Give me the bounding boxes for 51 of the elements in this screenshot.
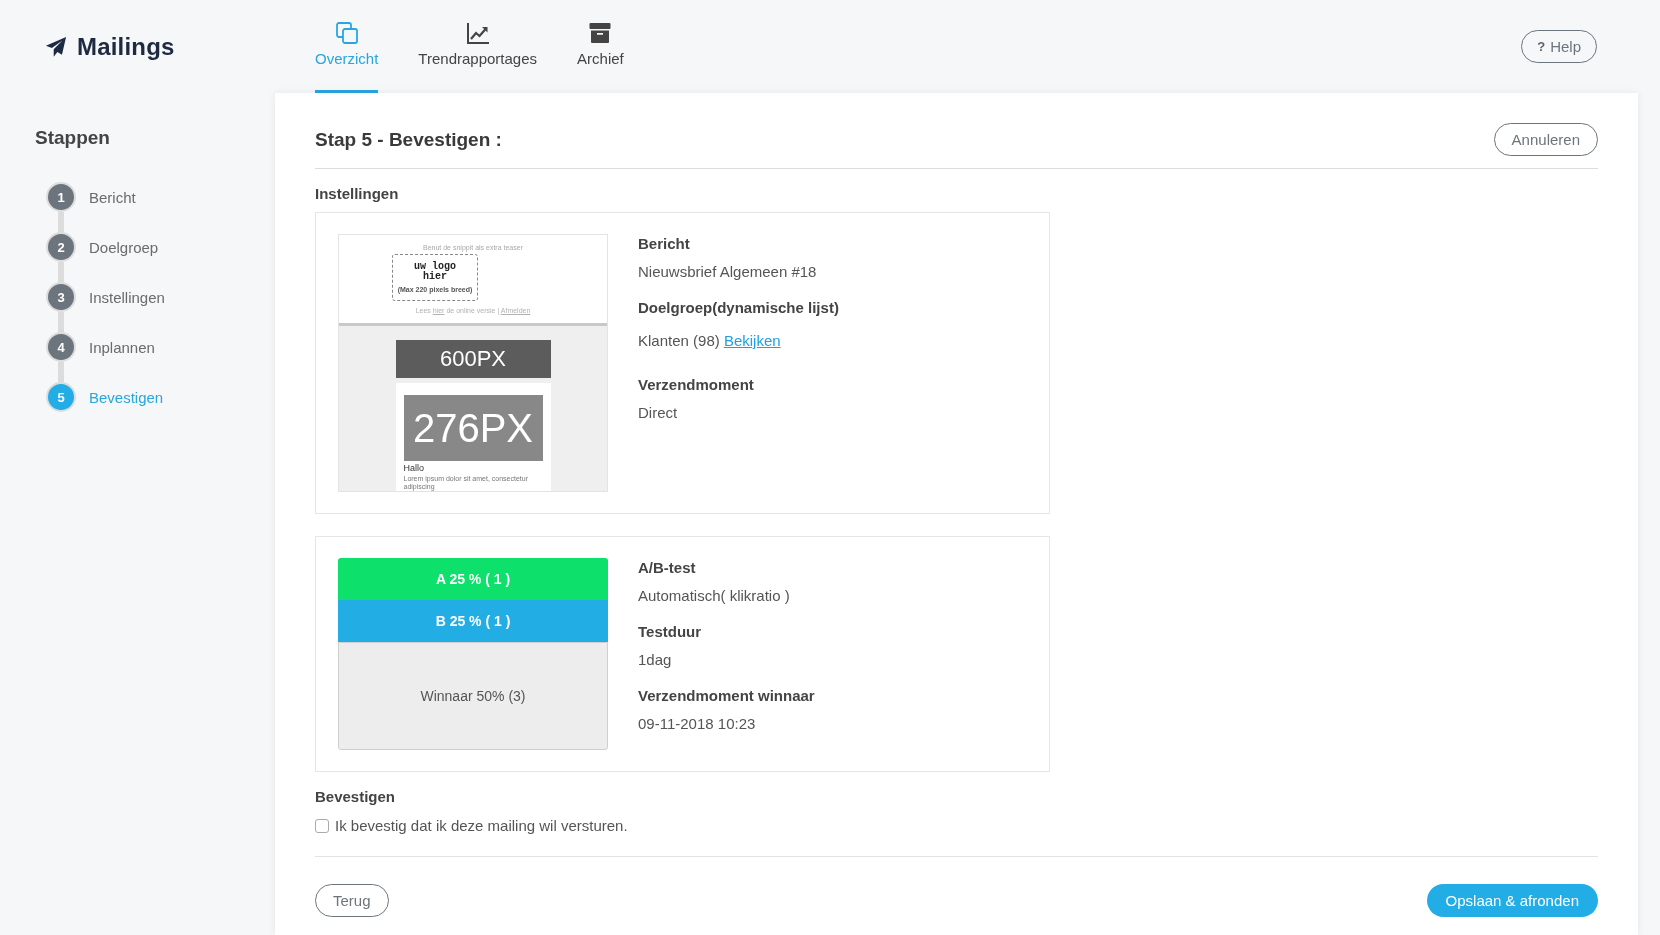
- variant-segment: A 25 % ( 1 ): [338, 558, 608, 600]
- copy-icon: [334, 21, 359, 45]
- archive-box-icon: [588, 21, 613, 45]
- confirm-checkbox[interactable]: [315, 819, 329, 833]
- confirm-label: Ik bevestig dat ik deze mailing wil versturen.: [335, 816, 628, 836]
- field-label: A/B-test: [638, 558, 696, 578]
- step-link[interactable]: 1 Bericht: [46, 182, 136, 212]
- step-connector: [58, 312, 64, 332]
- section-heading: Instellingen: [315, 184, 400, 204]
- step-connector: [58, 362, 64, 382]
- line-chart-icon: [465, 21, 490, 45]
- step-number: 2: [46, 232, 76, 262]
- field-value: Direct: [638, 403, 678, 423]
- help-icon: ?: [1537, 39, 1546, 54]
- winner-segment: Winnaar 50% (3): [338, 642, 608, 750]
- step-number: 1: [46, 182, 76, 212]
- back-button[interactable]: Terug: [315, 884, 389, 917]
- field-label: Bericht: [638, 234, 690, 254]
- preview-greeting: Hallo: [403, 463, 425, 474]
- nav-tab[interactable]: Trendrapportages: [418, 0, 538, 93]
- step-link[interactable]: 3 Instellingen: [46, 282, 165, 312]
- paper-plane-icon: [45, 35, 67, 58]
- banner-image: 600PX: [395, 340, 551, 378]
- step-link[interactable]: 4 Inplannen: [46, 332, 155, 362]
- step-link[interactable]: 2 Doelgroep: [46, 232, 159, 262]
- nav-tab[interactable]: Archief: [577, 0, 624, 93]
- step-connector: [58, 262, 64, 282]
- field-label: Testduur: [638, 622, 702, 642]
- step-number: 3: [46, 282, 76, 312]
- app-title: Mailings: [77, 32, 175, 61]
- field-value: Nieuwsbrief Algemeen #18: [638, 262, 817, 282]
- step-connector: [58, 212, 64, 232]
- hero-image: 276PX: [403, 395, 543, 461]
- page-title: Stap 5 - Bevestigen :: [315, 128, 502, 152]
- view-link[interactable]: Bekijken: [723, 332, 781, 349]
- variant-segment: B 25 % ( 1 ): [338, 600, 608, 642]
- field-value: 1dag: [638, 650, 672, 670]
- cancel-button[interactable]: Annuleren: [1493, 123, 1598, 156]
- step-number: 4: [46, 332, 76, 362]
- field-label: Doelgroep(dynamische lijst): [638, 298, 839, 318]
- field-value: Automatisch( klikratio ): [638, 586, 790, 606]
- step-number: 5: [46, 382, 76, 412]
- step-link[interactable]: 5 Bevestigen: [46, 382, 164, 412]
- save-button[interactable]: Opslaan & afronden: [1426, 884, 1598, 917]
- section-heading: Bevestigen: [315, 787, 397, 807]
- field-label: Verzendmoment: [638, 375, 754, 395]
- logo-text: uw logo hier: [413, 261, 457, 282]
- field-value: Klanten (98) Bekijken: [638, 331, 781, 351]
- field-value: 09-11-2018 10:23: [638, 714, 756, 734]
- sidebar-title: Stappen: [35, 126, 111, 150]
- field-label: Verzendmoment winnaar: [638, 686, 815, 706]
